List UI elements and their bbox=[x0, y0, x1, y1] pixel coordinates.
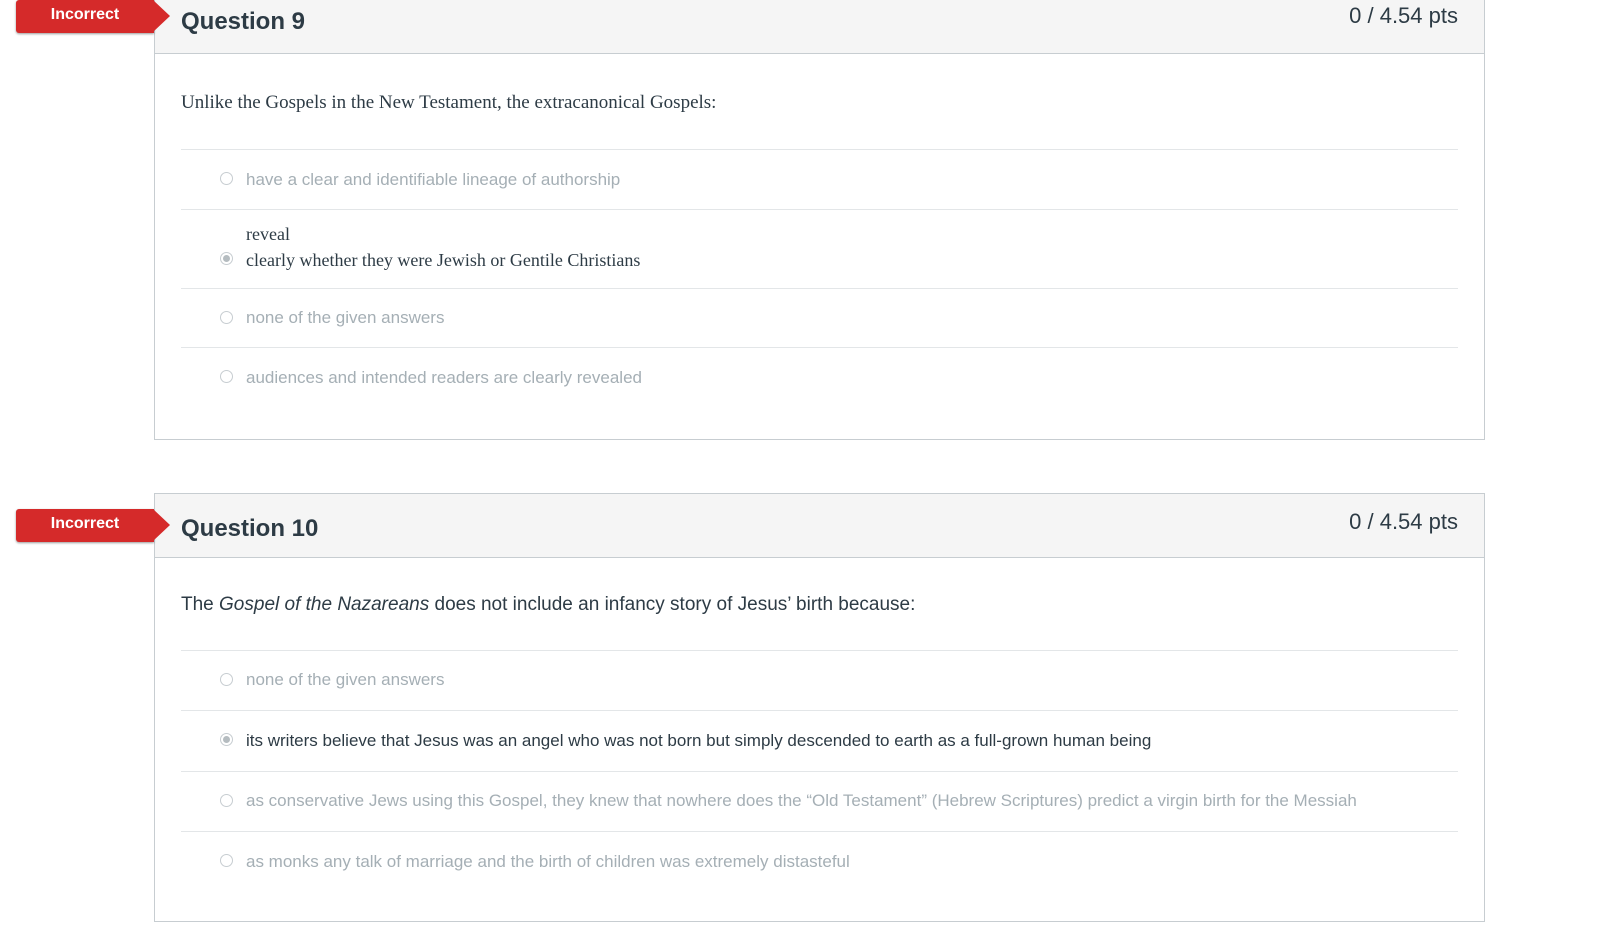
badge-label: Incorrect bbox=[50, 515, 120, 532]
answer-option[interactable]: none of the given answers bbox=[181, 288, 1458, 347]
radio-button[interactable] bbox=[220, 172, 233, 185]
answer-list: have a clear and identifiable lineage of… bbox=[181, 149, 1458, 407]
question-title: Question 10 bbox=[181, 515, 319, 542]
radio-button[interactable] bbox=[220, 311, 233, 324]
answer-option[interactable]: as conservative Jews using this Gospel, … bbox=[181, 771, 1458, 831]
radio-button[interactable] bbox=[220, 370, 233, 383]
badge-arrow-tip bbox=[153, 509, 170, 541]
answer-option[interactable]: have a clear and identifiable lineage of… bbox=[181, 149, 1458, 209]
question-text-end: does not include an infancy story of Jes… bbox=[429, 594, 916, 615]
radio-button[interactable] bbox=[220, 794, 233, 807]
answer-option[interactable]: audiences and intended readers are clear… bbox=[181, 347, 1458, 407]
answer-label: none of the given answers bbox=[246, 670, 445, 689]
question-header: Question 10 0 / 4.54 pts bbox=[155, 494, 1484, 558]
badge-label: Incorrect bbox=[50, 6, 120, 23]
question-text-start: The bbox=[181, 594, 220, 615]
question-10-card: Question 10 0 / 4.54 pts The Gospel of t… bbox=[154, 493, 1485, 922]
question-points: 0 / 4.54 pts bbox=[1349, 509, 1458, 534]
question-points: 0 / 4.54 pts bbox=[1349, 3, 1458, 28]
question-9-card: Question 9 0 / 4.54 pts Unlike the Gospe… bbox=[154, 0, 1485, 440]
question-header: Question 9 0 / 4.54 pts bbox=[155, 0, 1484, 54]
answer-label: as conservative Jews using this Gospel, … bbox=[246, 791, 1357, 810]
answer-list: none of the given answers its writers be… bbox=[181, 650, 1458, 891]
question-title: Question 9 bbox=[181, 8, 306, 35]
answer-label-line-2: clearly whether they were Jewish or Gent… bbox=[246, 250, 641, 270]
answer-label-line-1: reveal bbox=[246, 224, 290, 244]
radio-button[interactable] bbox=[220, 673, 233, 686]
answer-option-selected[interactable]: its writers believe that Jesus was an an… bbox=[181, 710, 1458, 771]
answer-option[interactable]: as monks any talk of marriage and the bi… bbox=[181, 831, 1458, 891]
answer-label: reveal clearly whether they were Jewish … bbox=[246, 221, 640, 273]
question-text: Unlike the Gospels in the New Testament,… bbox=[181, 92, 717, 113]
answer-label: its writers believe that Jesus was an an… bbox=[246, 731, 1152, 750]
badge-arrow-tip bbox=[153, 0, 170, 32]
answer-label: audiences and intended readers are clear… bbox=[246, 368, 642, 387]
incorrect-badge: Incorrect bbox=[16, 0, 170, 33]
radio-button-selected[interactable] bbox=[220, 252, 233, 265]
incorrect-badge: Incorrect bbox=[16, 509, 170, 542]
answer-option[interactable]: none of the given answers bbox=[181, 650, 1458, 710]
question-text-title: Gospel of the Nazareans bbox=[219, 594, 430, 615]
answer-label: none of the given answers bbox=[246, 308, 445, 327]
question-text: The Gospel of the Nazareans does not inc… bbox=[181, 594, 915, 616]
answer-label: as monks any talk of marriage and the bi… bbox=[246, 852, 850, 871]
answer-label: have a clear and identifiable lineage of… bbox=[246, 170, 621, 189]
radio-button-selected[interactable] bbox=[220, 733, 233, 746]
answer-option-selected[interactable]: reveal clearly whether they were Jewish … bbox=[181, 209, 1458, 288]
radio-button[interactable] bbox=[220, 854, 233, 867]
